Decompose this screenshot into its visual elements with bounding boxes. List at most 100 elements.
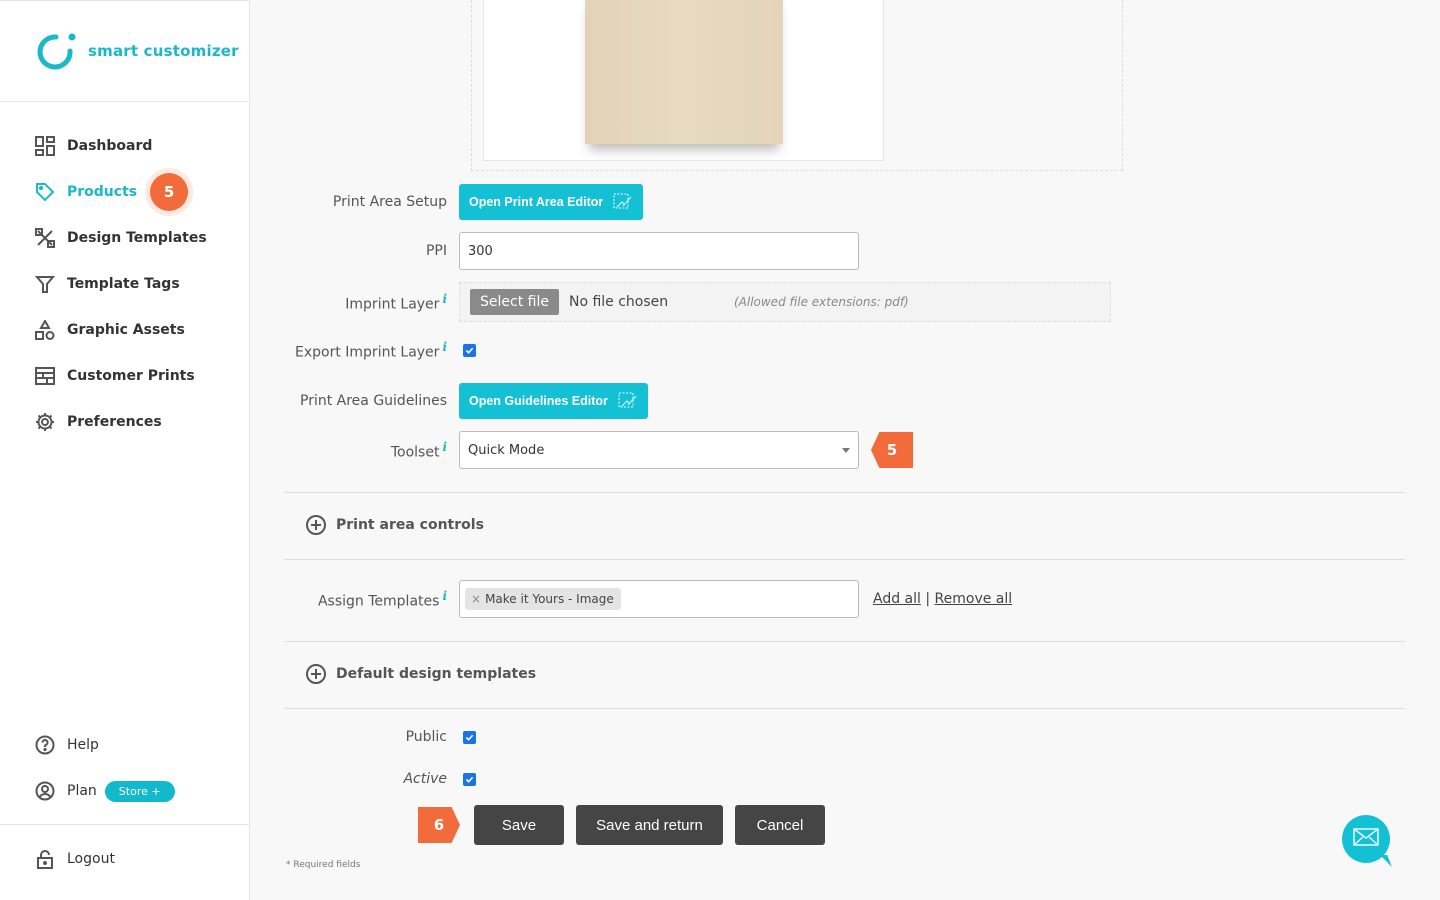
info-icon[interactable]: i xyxy=(442,292,447,306)
file-status: No file chosen xyxy=(568,294,669,310)
imprint-layer-row: Imprint Layer i Select file No file chose… xyxy=(250,282,1440,322)
filter-icon xyxy=(34,273,56,295)
chevron-down-icon xyxy=(842,447,850,453)
ppi-row: PPI 300 xyxy=(250,232,1440,270)
shapes-icon xyxy=(34,319,56,341)
gear-icon xyxy=(34,411,56,433)
link-separator: | xyxy=(925,591,931,607)
sidebar-item-preferences[interactable]: Preferences xyxy=(0,399,249,445)
section-title: Print area controls xyxy=(336,517,484,533)
select-file-button[interactable]: Select file xyxy=(470,289,559,315)
sidebar-item-plan[interactable]: Plan Store + xyxy=(0,768,249,814)
field-label: Imprint Layer i xyxy=(250,292,459,313)
sidebar-item-label: Template Tags xyxy=(67,276,180,292)
active-row: Active xyxy=(250,771,1440,787)
main-content: Print Area Setup Open Print Area Editor … xyxy=(250,0,1440,900)
divider xyxy=(285,708,1405,709)
field-label: Public xyxy=(405,729,447,745)
prints-icon xyxy=(34,365,56,387)
step-callout: 6 xyxy=(418,807,460,843)
sidebar-item-label: Plan xyxy=(67,783,97,799)
label-text: Export Imprint Layer xyxy=(295,344,440,361)
user-circle-icon xyxy=(34,780,56,802)
button-label: Open Guidelines Editor xyxy=(469,394,608,408)
label-text: Assign Templates xyxy=(317,593,440,610)
info-icon[interactable]: i xyxy=(442,340,447,354)
print-area-controls-toggle[interactable]: Print area controls xyxy=(306,515,484,535)
info-icon[interactable]: i xyxy=(442,589,447,603)
dashboard-icon xyxy=(34,135,56,157)
remove-chip-icon[interactable]: × xyxy=(471,592,481,606)
open-print-area-editor-button[interactable]: Open Print Area Editor xyxy=(459,184,644,220)
product-image-panel xyxy=(471,0,1123,171)
design-tools-icon xyxy=(34,227,56,249)
edit-area-icon xyxy=(613,192,633,212)
sidebar-item-logout[interactable]: Logout xyxy=(0,836,249,882)
sidebar-item-template-tags[interactable]: Template Tags xyxy=(0,261,249,307)
sidebar-item-design-templates[interactable]: Design Templates xyxy=(0,215,249,261)
public-checkbox[interactable] xyxy=(463,730,476,744)
sidebar-item-label: Preferences xyxy=(67,414,162,430)
info-icon[interactable]: i xyxy=(442,440,447,454)
cancel-button[interactable]: Cancel xyxy=(735,805,825,845)
divider xyxy=(285,641,1405,642)
required-fields-note: * Required fields xyxy=(286,860,361,870)
logout-section: Logout xyxy=(0,836,249,882)
divider xyxy=(285,492,1405,493)
assign-templates-input[interactable]: × Make it Yours - Image xyxy=(459,580,859,618)
plan-badge[interactable]: Store + xyxy=(104,780,175,802)
chip-label: Make it Yours - Image xyxy=(485,592,614,606)
tag-icon xyxy=(34,181,56,203)
save-button[interactable]: Save xyxy=(474,805,564,845)
mail-icon xyxy=(1353,828,1379,850)
file-extension-hint: (Allowed file extensions: pdf) xyxy=(733,295,909,309)
save-and-return-button[interactable]: Save and return xyxy=(576,805,723,845)
product-image-frame xyxy=(483,0,884,161)
add-all-link[interactable]: Add all xyxy=(873,591,921,607)
sidebar-item-label: Logout xyxy=(67,851,115,867)
sidebar-item-label: Customer Prints xyxy=(67,368,195,384)
default-design-templates-toggle[interactable]: Default design templates xyxy=(306,664,536,684)
divider xyxy=(0,824,249,825)
sidebar-item-label: Graphic Assets xyxy=(67,322,185,338)
logo[interactable]: smart customizer xyxy=(0,1,249,102)
export-imprint-layer-checkbox[interactable] xyxy=(463,343,476,357)
brand-name: smart customizer xyxy=(88,42,239,60)
step-callout: 5 xyxy=(871,432,913,468)
step-badge: 5 xyxy=(150,173,189,211)
ppi-input[interactable]: 300 xyxy=(459,232,859,270)
remove-all-link[interactable]: Remove all xyxy=(935,591,1013,607)
chat-button[interactable] xyxy=(1342,815,1390,863)
field-label: Export Imprint Layer i xyxy=(250,340,459,361)
sidebar-item-label: Help xyxy=(67,737,99,753)
field-label: Print Area Setup xyxy=(332,194,447,210)
public-row: Public xyxy=(250,729,1440,745)
lock-icon xyxy=(34,848,56,870)
template-chip: × Make it Yours - Image xyxy=(465,588,621,610)
sidebar: smart customizer Dashboard Products 5 De… xyxy=(0,0,250,900)
help-icon xyxy=(34,734,56,756)
button-label: Open Print Area Editor xyxy=(469,195,604,209)
section-title: Default design templates xyxy=(336,666,537,682)
edit-area-icon xyxy=(618,391,638,411)
print-area-setup-row: Print Area Setup Open Print Area Editor xyxy=(250,184,1440,220)
sidebar-item-products[interactable]: Products 5 xyxy=(0,169,249,215)
toolset-select[interactable]: Quick Mode xyxy=(459,431,859,469)
field-label: Active xyxy=(403,771,447,787)
sidebar-item-label: Design Templates xyxy=(67,230,207,246)
active-checkbox[interactable] xyxy=(463,772,476,786)
sidebar-item-help[interactable]: Help xyxy=(0,722,249,768)
sidebar-item-customer-prints[interactable]: Customer Prints xyxy=(0,353,249,399)
label-text: Imprint Layer xyxy=(345,296,440,313)
label-text: Toolset xyxy=(390,444,440,461)
sidebar-item-graphic-assets[interactable]: Graphic Assets xyxy=(0,307,249,353)
open-guidelines-editor-button[interactable]: Open Guidelines Editor xyxy=(459,383,648,419)
expand-plus-icon xyxy=(306,515,326,535)
selected-value: Quick Mode xyxy=(468,442,545,458)
sidebar-item-dashboard[interactable]: Dashboard xyxy=(0,123,249,169)
logo-icon xyxy=(36,31,76,71)
toolset-row: Toolset i Quick Mode 5 xyxy=(250,431,1440,469)
sidebar-bottom: Help Plan Store + xyxy=(0,722,249,814)
field-label: Print Area Guidelines xyxy=(300,393,447,409)
imprint-file-upload: Select file No file chosen (Allowed file… xyxy=(459,282,1111,322)
